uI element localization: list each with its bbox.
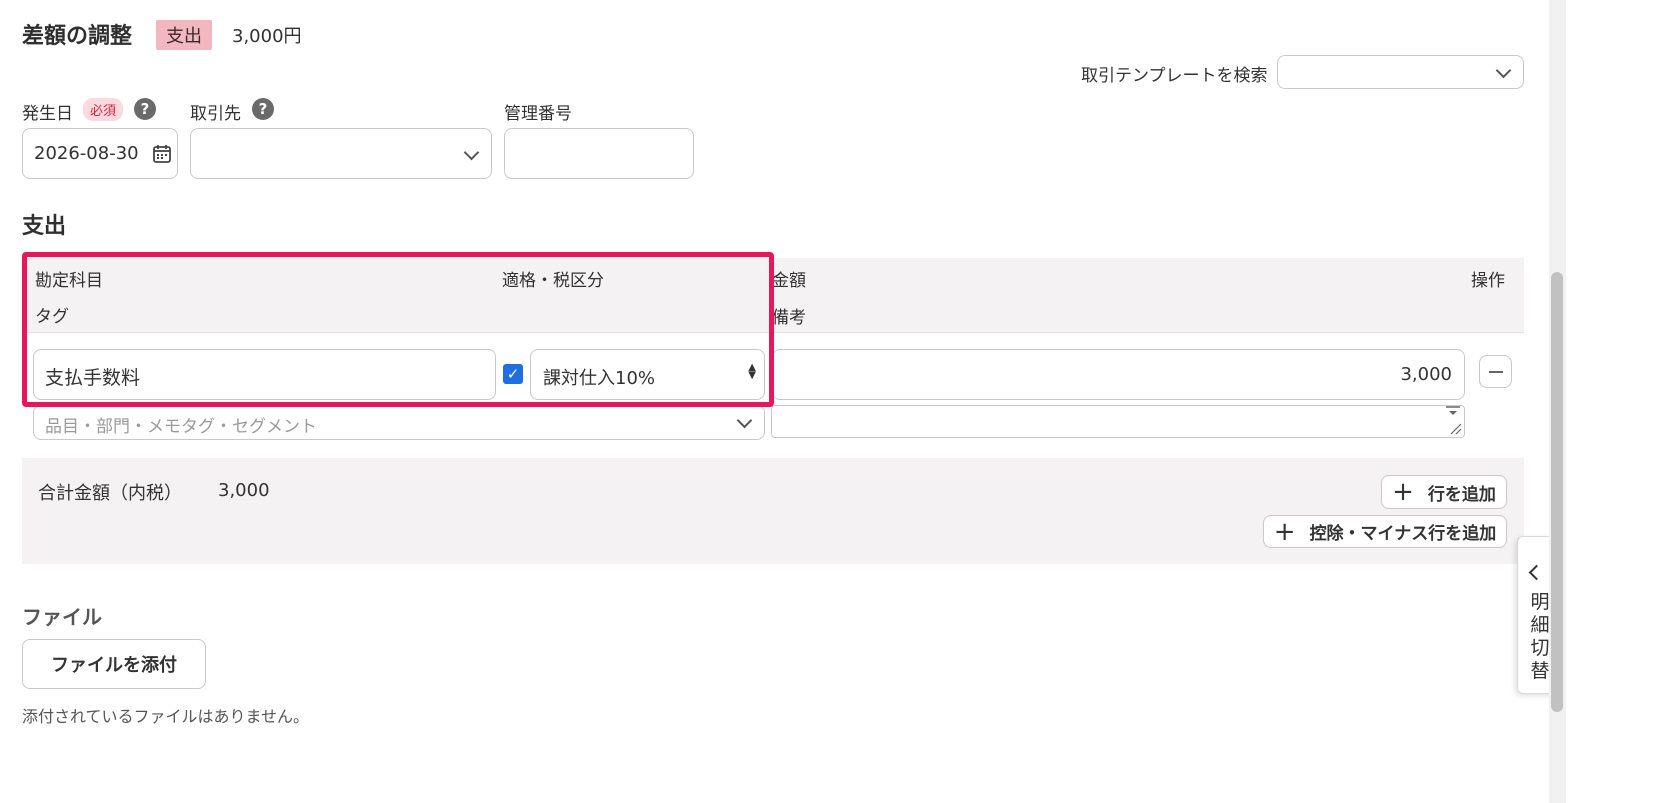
memo-textarea[interactable] <box>771 405 1465 438</box>
detail-toggle-label: 明 細 切 替 <box>1529 591 1551 683</box>
add-row-button[interactable]: + 行を追加 <box>1381 475 1507 509</box>
no-files-message: 添付されているファイルはありません。 <box>22 707 310 726</box>
partner-select[interactable] <box>190 128 492 179</box>
chevron-down-icon <box>1495 62 1512 79</box>
column-tax: 適格・税区分 <box>502 271 604 291</box>
detail-toggle-char: 明 <box>1530 591 1550 613</box>
chevron-left-icon <box>1528 564 1545 581</box>
detail-toggle-char: 替 <box>1530 660 1550 682</box>
column-tag: タグ <box>35 307 69 327</box>
tag-placeholder: 品目・部門・メモタグ・セグメント <box>45 417 317 437</box>
attach-file-button[interactable]: ファイルを添付 <box>22 639 206 689</box>
add-deduction-row-button[interactable]: + 控除・マイナス行を追加 <box>1263 515 1507 548</box>
chevron-down-icon <box>736 412 753 429</box>
section-title: 差額の調整 <box>22 24 133 49</box>
required-badge: 必須 <box>83 98 124 121</box>
account-value: 支払手数料 <box>45 367 141 389</box>
tax-category-select[interactable]: 課対仕入10% ▲ ▼ <box>530 349 765 400</box>
plus-icon: + <box>1392 477 1414 507</box>
totals-panel <box>22 458 1524 564</box>
tag-select[interactable]: 品目・部門・メモタグ・セグメント <box>33 405 765 440</box>
column-memo: 備考 <box>772 308 806 328</box>
qualified-checkbox[interactable]: ✓ <box>503 364 523 384</box>
minus-icon <box>1489 371 1503 373</box>
header-amount: 3,000円 <box>232 26 302 47</box>
column-account: 勘定科目 <box>35 271 103 291</box>
detail-toggle-char: 細 <box>1530 614 1550 636</box>
plus-icon: + <box>1273 516 1296 547</box>
column-actions: 操作 <box>1471 271 1505 291</box>
mgmt-number-label: 管理番号 <box>504 104 572 124</box>
total-label: 合計金額（内税） <box>38 483 182 504</box>
scrollbar-thumb[interactable] <box>1551 272 1563 712</box>
calendar-icon[interactable] <box>152 144 172 164</box>
chevron-down-icon <box>463 144 480 161</box>
date-label: 発生日 <box>22 104 73 124</box>
expense-type-badge: 支出 <box>156 20 212 50</box>
expense-section-title: 支出 <box>22 214 67 239</box>
remove-row-button[interactable] <box>1479 355 1512 388</box>
detail-toggle-char: 切 <box>1530 637 1550 659</box>
help-icon[interactable]: ? <box>252 98 274 120</box>
amount-value: 3,000 <box>1400 364 1452 385</box>
add-deduction-label: 控除・マイナス行を追加 <box>1309 524 1497 544</box>
resize-handle-icon[interactable] <box>1448 421 1462 435</box>
partner-label: 取引先 <box>190 104 241 124</box>
date-input[interactable]: 2026-08-30 <box>22 128 178 179</box>
help-icon[interactable]: ? <box>134 98 156 120</box>
tax-category-value: 課対仕入10% <box>543 368 656 389</box>
template-search-label: 取引テンプレートを検索 <box>1081 66 1268 86</box>
amount-input[interactable]: 3,000 <box>772 349 1465 400</box>
date-value: 2026-08-30 <box>34 143 139 164</box>
right-margin <box>1566 0 1678 803</box>
add-row-label: 行を追加 <box>1427 484 1496 505</box>
sort-arrows-icon: ▲ ▼ <box>748 362 756 381</box>
memo-template-icon[interactable] <box>1444 405 1462 417</box>
column-amount: 金額 <box>772 271 806 291</box>
total-value: 3,000 <box>218 480 270 501</box>
files-title: ファイル <box>22 605 102 629</box>
template-search-select[interactable] <box>1277 55 1524 89</box>
account-input[interactable]: 支払手数料 <box>33 349 496 400</box>
mgmt-number-input[interactable] <box>504 128 694 179</box>
